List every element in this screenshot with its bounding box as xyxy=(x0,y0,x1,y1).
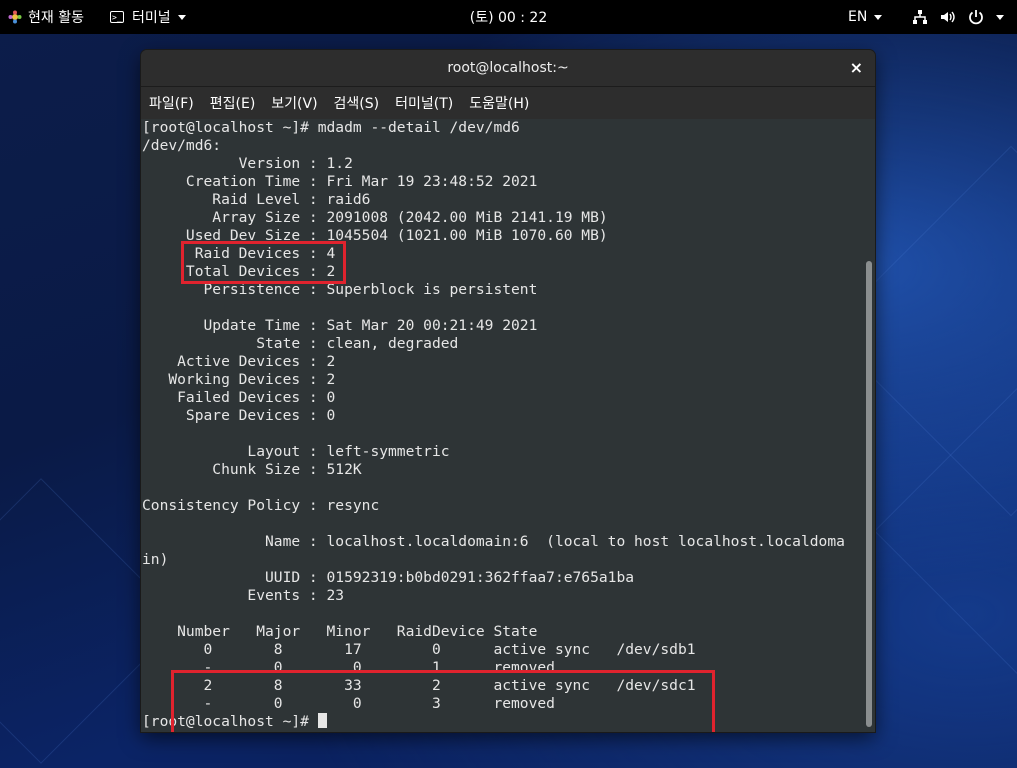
terminal-icon: >_ xyxy=(110,11,124,23)
terminal-line: in) xyxy=(142,551,169,568)
terminal-line: Update Time : Sat Mar 20 00:21:49 2021 xyxy=(142,317,538,334)
terminal-line: Layout : left-symmetric xyxy=(142,443,450,460)
terminal-line: Chunk Size : 512K xyxy=(142,461,362,478)
app-menu-label: 터미널 xyxy=(132,10,171,26)
terminal-line: Consistency Policy : resync xyxy=(142,497,380,514)
terminal-line: Raid Level : raid6 xyxy=(142,191,371,208)
terminal-line: 0 8 17 0 active sync /dev/sdb1 xyxy=(142,641,696,658)
terminal-line: Spare Devices : 0 xyxy=(142,407,336,424)
window-title: root@localhost:~ xyxy=(447,60,569,76)
terminal-line: [root@localhost ~]# mdadm --detail /dev/… xyxy=(142,119,520,136)
chevron-down-icon xyxy=(177,14,186,20)
language-label: EN xyxy=(848,9,868,25)
activities-label: 현재 활동 xyxy=(28,10,84,26)
menu-bar: 파일(F) 편집(E) 보기(V) 검색(S) 터미널(T) 도움말(H) xyxy=(141,87,875,119)
highlight-box-device-table xyxy=(171,670,715,732)
menu-search[interactable]: 검색(S) xyxy=(326,93,388,113)
power-icon xyxy=(968,9,984,25)
terminal-output[interactable]: [root@localhost ~]# mdadm --detail /dev/… xyxy=(141,119,863,732)
activities-logo-icon xyxy=(8,10,22,24)
terminal-line: UUID : 01592319:b0bd0291:362ffaa7:e765a1… xyxy=(142,569,635,586)
terminal-line: State : clean, degraded xyxy=(142,335,459,352)
terminal-line: Array Size : 2091008 (2042.00 MiB 2141.1… xyxy=(142,209,608,226)
clock[interactable]: (토) 00 : 22 xyxy=(470,7,548,27)
menu-terminal[interactable]: 터미널(T) xyxy=(387,93,461,113)
activities-button[interactable]: 현재 활동 xyxy=(8,0,84,34)
system-menu[interactable] xyxy=(912,0,1016,34)
close-button[interactable]: × xyxy=(850,58,863,77)
terminal-line: Failed Devices : 0 xyxy=(142,389,336,406)
top-bar: 현재 활동 >_ 터미널 (토) 00 : 22 EN xyxy=(0,0,1017,34)
menu-help[interactable]: 도움말(H) xyxy=(461,93,537,113)
language-selector[interactable]: EN xyxy=(848,0,883,34)
terminal-line: Active Devices : 2 xyxy=(142,353,336,370)
chevron-down-icon xyxy=(996,14,1004,20)
terminal-line: Number Major Minor RaidDevice State xyxy=(142,623,538,640)
chevron-down-icon xyxy=(874,14,883,20)
network-icon xyxy=(912,9,928,25)
terminal-line: Name : localhost.localdomain:6 (local to… xyxy=(142,533,845,550)
terminal-text: [root@localhost ~]# mdadm --detail /dev/… xyxy=(142,119,845,731)
menu-file[interactable]: 파일(F) xyxy=(141,93,202,113)
terminal-line: Working Devices : 2 xyxy=(142,371,336,388)
terminal-line: Events : 23 xyxy=(142,587,345,604)
terminal-window: root@localhost:~ × 파일(F) 편집(E) 보기(V) 검색(… xyxy=(141,50,875,732)
app-menu[interactable]: >_ 터미널 xyxy=(110,0,186,34)
terminal-line: /dev/md6: xyxy=(142,137,222,154)
volume-icon xyxy=(940,9,956,25)
terminal-line: Version : 1.2 xyxy=(142,155,353,172)
scrollbar[interactable] xyxy=(863,119,875,732)
terminal-line: Creation Time : Fri Mar 19 23:48:52 2021 xyxy=(142,173,538,190)
menu-view[interactable]: 보기(V) xyxy=(263,93,325,113)
window-titlebar[interactable]: root@localhost:~ × xyxy=(141,50,875,87)
scrollbar-thumb[interactable] xyxy=(866,261,872,727)
highlight-box-device-counts xyxy=(181,241,346,284)
menu-edit[interactable]: 편집(E) xyxy=(202,93,264,113)
